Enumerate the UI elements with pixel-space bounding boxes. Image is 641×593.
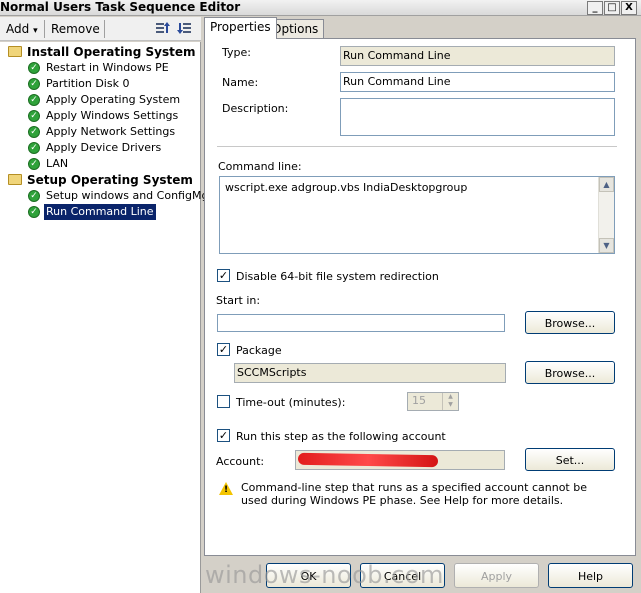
tree-item[interactable]: ✓ Setup windows and ConfigMgr [0, 188, 213, 204]
stepper-up-icon[interactable]: ▲ [443, 393, 458, 401]
move-up-icon[interactable] [153, 20, 171, 38]
run-as-checkbox[interactable]: ✓ [217, 429, 230, 442]
description-label: Description: [222, 102, 289, 115]
type-label: Type: [222, 46, 251, 59]
tree-item-label: Partition Disk 0 [46, 77, 130, 90]
tree-item-label: Apply Windows Settings [46, 109, 179, 122]
stepper-arrows[interactable]: ▲ ▼ [442, 393, 458, 410]
tree-item[interactable]: ✓ Apply Network Settings [0, 124, 200, 140]
move-down-icon[interactable] [176, 20, 194, 38]
tree-item[interactable]: ✓ Apply Device Drivers [0, 140, 200, 156]
tree-item[interactable]: ✓ Partition Disk 0 [0, 76, 200, 92]
tree-item[interactable]: ✓ Restart in Windows PE [0, 60, 200, 76]
check-icon: ✓ [28, 190, 40, 202]
add-button[interactable]: Add ▾ [2, 19, 42, 39]
timeout-stepper[interactable]: 15 ▲ ▼ [407, 392, 459, 411]
window-title: Normal Users Task Sequence Editor [0, 0, 241, 14]
redacted-account-mark [297, 452, 439, 468]
set-account-button[interactable]: Set... [525, 448, 615, 471]
tree-item-label: Apply Network Settings [46, 125, 176, 138]
warning-message: Command-line step that runs as a specifi… [241, 481, 587, 507]
package-browse-button[interactable]: Browse... [525, 361, 615, 384]
start-in-input[interactable] [217, 314, 505, 332]
scroll-down-icon[interactable]: ▼ [599, 238, 614, 253]
tree-group-label: Install Operating System [27, 45, 196, 59]
tree-item-label: Restart in Windows PE [46, 61, 169, 74]
command-line-label: Command line: [218, 160, 302, 173]
toolbar-separator [44, 20, 45, 38]
remove-button[interactable]: Remove [47, 19, 104, 39]
start-in-browse-button[interactable]: Browse... [525, 311, 615, 334]
check-icon: ✓ [28, 206, 40, 218]
toolbar-separator [104, 20, 105, 38]
tree-item[interactable]: ✓ Apply Windows Settings [0, 108, 200, 124]
timeout-checkbox[interactable] [217, 395, 230, 408]
tree-item-label: Apply Operating System [46, 93, 181, 106]
scroll-up-icon[interactable]: ▲ [599, 177, 614, 192]
divider [217, 146, 617, 148]
tree-item-label: Apply Device Drivers [46, 141, 162, 154]
account-label: Account: [216, 455, 265, 468]
tree-item-label: Setup windows and ConfigMgr [46, 189, 213, 202]
description-input[interactable] [340, 98, 615, 136]
watermark: windows-noob.com [205, 561, 444, 589]
package-label: Package [236, 344, 282, 357]
tree-item-label: LAN [46, 157, 69, 170]
close-button[interactable]: X [621, 1, 637, 15]
check-icon: ✓ [28, 126, 40, 138]
check-icon: ✓ [28, 78, 40, 90]
check-icon: ✓ [28, 142, 40, 154]
run-as-label: Run this step as the following account [236, 430, 446, 443]
tree-group-setup-os[interactable]: Setup Operating System [0, 172, 200, 188]
timeout-value: 15 [412, 394, 426, 407]
folder-icon [8, 174, 22, 185]
package-field: SCCMScripts [234, 363, 506, 383]
package-checkbox[interactable]: ✓ [217, 343, 230, 356]
minimize-button[interactable]: _ [587, 1, 603, 15]
tab-properties[interactable]: Properties [204, 17, 277, 39]
check-icon: ✓ [28, 158, 40, 170]
dropdown-arrow-icon: ▾ [33, 26, 38, 36]
name-input[interactable]: Run Command Line [340, 72, 615, 92]
check-icon: ✓ [28, 94, 40, 106]
start-in-label: Start in: [216, 294, 261, 307]
tree-item-label: Run Command Line [44, 204, 156, 220]
tree-item[interactable]: ✓ Apply Operating System [0, 92, 200, 108]
type-field: Run Command Line [340, 46, 615, 66]
tree-group-label: Setup Operating System [27, 173, 193, 187]
disable64-checkbox[interactable]: ✓ [217, 269, 230, 282]
name-label: Name: [222, 76, 259, 89]
check-icon: ✓ [28, 110, 40, 122]
command-line-input[interactable]: wscript.exe adgroup.vbs IndiaDesktopgrou… [219, 176, 615, 254]
maximize-button[interactable]: □ [604, 1, 620, 15]
properties-panel: Type: Run Command Line Name: Run Command… [204, 38, 636, 556]
apply-button[interactable]: Apply [454, 563, 539, 588]
timeout-label: Time-out (minutes): [236, 396, 346, 409]
stepper-down-icon[interactable]: ▼ [443, 401, 458, 409]
title-bar: Normal Users Task Sequence Editor _ □ X [0, 0, 641, 16]
tree-item-selected[interactable]: ✓ Run Command Line [0, 204, 200, 220]
check-icon: ✓ [28, 62, 40, 74]
command-line-text: wscript.exe adgroup.vbs IndiaDesktopgrou… [225, 181, 468, 194]
tree-group-install-os[interactable]: Install Operating System [0, 44, 200, 60]
add-label: Add [6, 22, 30, 36]
tree-item[interactable]: ✓ LAN [0, 156, 200, 172]
toolbar: Add ▾ Remove [0, 17, 201, 41]
disable64-label: Disable 64-bit file system redirection [236, 270, 439, 283]
task-sequence-tree[interactable]: Install Operating System ✓ Restart in Wi… [0, 42, 213, 593]
command-scrollbar[interactable]: ▲ ▼ [598, 177, 614, 253]
help-button[interactable]: Help [548, 563, 633, 588]
warning-mark: ! [223, 485, 229, 495]
folder-icon [8, 46, 22, 57]
